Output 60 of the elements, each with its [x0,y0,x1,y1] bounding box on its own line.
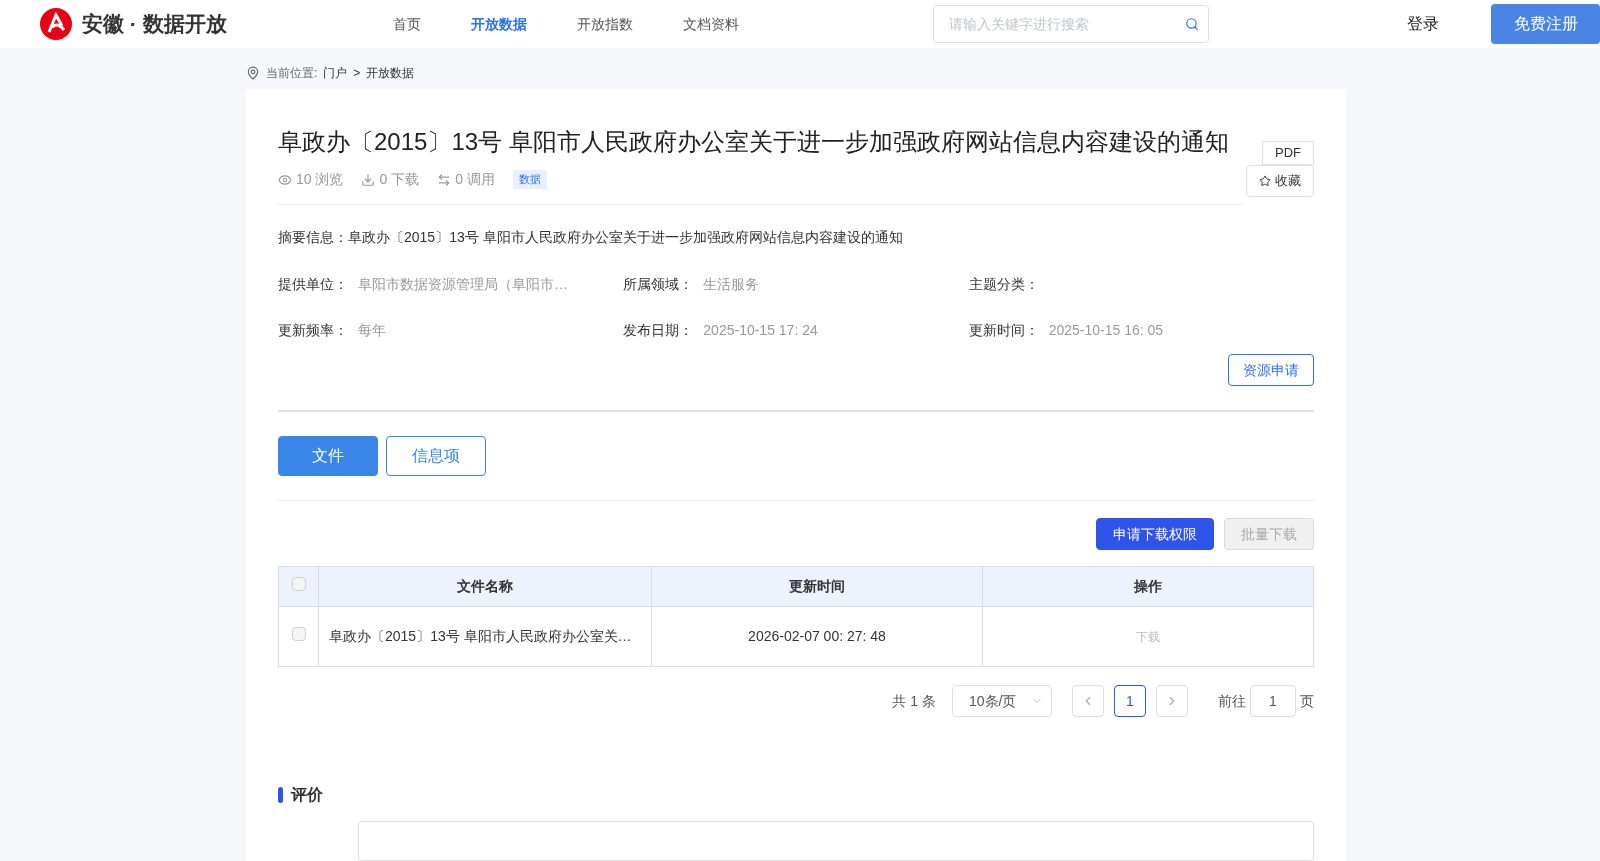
breadcrumb-label: 当前位置: [266,64,318,82]
nav-link[interactable]: 开放指数 [552,13,657,35]
tab[interactable]: 信息项 [386,436,486,476]
swap-icon [437,172,452,187]
review-field[interactable] [358,821,1314,861]
breadcrumb-item: > [353,64,361,82]
search-field[interactable]: 请输入关键字进行搜索 [932,5,1210,43]
star-icon [1259,175,1271,187]
column-header: 更新时间 [651,566,983,607]
page-size-select[interactable]: 10条/页 [952,685,1052,717]
nav-link[interactable]: 首页 [368,13,445,35]
favorite-button[interactable]: 收藏 [1246,165,1314,197]
eye-icon [278,172,292,187]
register-button[interactable]: 免费注册 [1491,4,1600,44]
stat-count: 0 调用 [455,170,495,189]
field-label: 主题分类： [968,275,1039,294]
field-value: 2025-10-15 17: 24 [703,321,818,340]
field-label: 发布日期： [623,321,694,340]
prev-page-button[interactable] [1072,685,1104,717]
section-marker [278,787,283,803]
field-label: 更新频率： [278,321,348,340]
summary-text: 摘要信息：阜政办〔2015〕13号 阜阳市人民政府办公室关于进一步加强政府网站信息内容建设的通知 [278,228,904,247]
apply-button[interactable]: 资源申请 [1228,354,1314,386]
request-permission-button[interactable]: 申请下载权限 [1096,518,1214,550]
page-button[interactable]: 1 [1114,685,1146,717]
field-label: 提供单位： [278,275,348,294]
logo-icon [40,8,72,40]
field-label: 所属领域： [623,275,694,294]
nav-link[interactable]: 文档资料 [658,13,763,35]
column-header: 操作 [982,566,1314,607]
review-title: 评价 [291,785,323,805]
field-value: 阜阳市数据资源管理局（阜阳市… [358,275,568,294]
goto-label: 前往 [1218,691,1246,711]
field-label: 更新时间： [968,321,1039,340]
goto-page-field[interactable]: 1 [1250,685,1296,717]
checkbox[interactable] [291,577,306,591]
field-value: 生活服务 [703,275,760,294]
format-label: PDF [1262,141,1314,165]
breadcrumb-item[interactable]: 门户 [323,63,348,82]
nav-link[interactable]: 开放数据 [446,13,551,35]
field-value: 每年 [358,321,386,340]
column-header: 文件名称 [318,566,652,607]
login-link[interactable]: 登录 [1407,12,1440,36]
checkbox[interactable] [291,627,306,641]
data-tag: 数据 [512,170,547,189]
field-value: 2025-10-15 16: 05 [1048,321,1164,340]
tab[interactable]: 文件 [278,436,378,476]
breadcrumb-item: 开放数据 [366,64,415,82]
download-icon [361,172,376,187]
next-page-button[interactable] [1156,685,1188,717]
table-cell: 阜政办〔2015〕13号 阜阳市人民政府办公室关… [318,606,652,667]
stat-count: 0 下载 [379,170,420,189]
site-title: 安徽 · 数据开放 [82,11,227,38]
table-cell: 2026-02-07 00: 27: 48 [651,606,983,667]
stat-count: 10 浏览 [296,170,344,189]
goto-suffix: 页 [1300,691,1314,711]
total-count: 共 1 条 [892,691,936,711]
dataset-title: 阜政办〔2015〕13号 阜阳市人民政府办公室关于进一步加强政府网站信息内容建设的通知 [278,127,1230,157]
location-icon [246,65,260,80]
search-icon[interactable] [1185,17,1200,31]
